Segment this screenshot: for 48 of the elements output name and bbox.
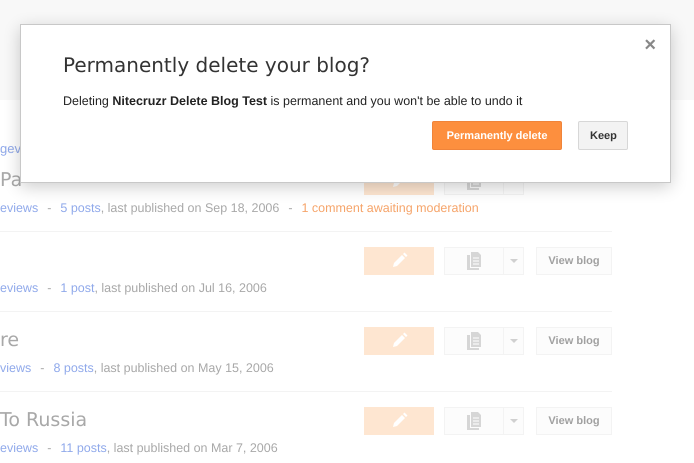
- posts-link[interactable]: eviews: [0, 441, 38, 455]
- dialog-title: Permanently delete your blog?: [63, 52, 372, 79]
- view-blog-button[interactable]: View blog: [536, 247, 612, 275]
- dropdown-button[interactable]: [504, 247, 524, 275]
- edit-button[interactable]: [364, 247, 434, 275]
- pencil-icon: [390, 252, 408, 270]
- pencil-icon: [390, 332, 408, 350]
- posts-link[interactable]: 1 post: [60, 281, 94, 295]
- posts-link[interactable]: 5 posts: [60, 201, 101, 215]
- blog-title[interactable]: To Russia: [0, 409, 88, 431]
- publish-info: , last published on Sep 18, 2006: [100, 201, 280, 215]
- view-blog-button[interactable]: View blog: [536, 327, 612, 355]
- blog-title[interactable]: re: [0, 329, 20, 351]
- pencil-icon: [390, 412, 408, 430]
- posts-link[interactable]: 8 posts: [53, 361, 94, 375]
- dialog-message: Deleting Nitecruzr Delete Blog Test is permanent and you won't be able to undo it: [63, 93, 524, 109]
- posts-link[interactable]: 11 posts: [60, 441, 107, 455]
- keep-button[interactable]: Keep: [578, 121, 628, 150]
- delete-button[interactable]: Permanently delete: [432, 121, 562, 150]
- close-button[interactable]: ×: [644, 35, 656, 55]
- caret-icon: [510, 339, 518, 343]
- separator-text: -: [47, 281, 52, 295]
- documents-icon: [467, 332, 481, 350]
- posts-link[interactable]: eviews: [0, 281, 38, 295]
- publish-info: , last published on Mar 7, 2006: [106, 441, 278, 455]
- separator-text: -: [40, 361, 44, 375]
- posts-link[interactable]: eviews: [0, 201, 38, 215]
- posts-button[interactable]: [444, 327, 504, 355]
- caret-icon: [510, 419, 518, 423]
- publish-info: , last published on Jul 16, 2006: [94, 281, 267, 295]
- caret-icon: [510, 259, 518, 263]
- separator-text: -: [47, 201, 52, 215]
- blog-link[interactable]: gev: [0, 141, 21, 156]
- separator-text: -: [47, 441, 52, 455]
- publish-info: , last published on May 15, 2006: [94, 361, 274, 375]
- documents-icon: [467, 252, 481, 270]
- edit-button[interactable]: [364, 327, 434, 355]
- edit-button[interactable]: [364, 407, 434, 435]
- dropdown-button[interactable]: [504, 407, 524, 435]
- moderation-link[interactable]: 1 comment awaiting moderation: [301, 201, 479, 215]
- documents-icon: [467, 412, 481, 430]
- view-blog-button[interactable]: View blog: [536, 407, 612, 435]
- separator-text: -: [288, 201, 292, 215]
- posts-button[interactable]: [444, 407, 504, 435]
- posts-link[interactable]: views: [0, 361, 32, 375]
- dropdown-button[interactable]: [504, 327, 524, 355]
- posts-button[interactable]: [444, 247, 504, 275]
- blog-title[interactable]: Pa: [0, 169, 22, 191]
